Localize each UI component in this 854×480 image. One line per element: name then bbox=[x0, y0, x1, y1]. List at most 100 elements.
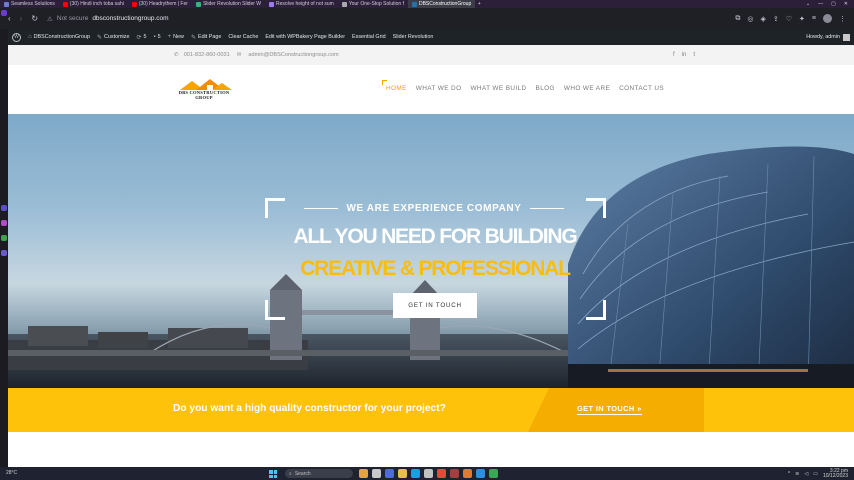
logo-text: DBS CONSTRUCTION GROUP bbox=[178, 90, 230, 100]
hero-get-in-touch-button[interactable]: GET IN TOUCH bbox=[393, 293, 477, 318]
facebook-icon[interactable]: f bbox=[673, 52, 675, 58]
divider bbox=[529, 208, 564, 209]
youtube-icon bbox=[131, 1, 137, 7]
phone-icon: ✆ bbox=[174, 52, 179, 58]
heart-icon[interactable]: ♡ bbox=[786, 15, 792, 23]
tab-0[interactable]: Seamless Solutions bbox=[0, 0, 59, 8]
wordpress-icon[interactable]: W bbox=[12, 32, 21, 42]
maximize-icon[interactable]: ▢ bbox=[831, 1, 836, 7]
back-icon[interactable]: ‹ bbox=[8, 14, 11, 23]
nav-what-we-build[interactable]: WHAT WE BUILD bbox=[470, 85, 526, 92]
essential-grid-link[interactable]: Essential Grid bbox=[352, 34, 386, 40]
tab-1[interactable]: (30) Hindi inch toba sahi bbox=[59, 0, 128, 8]
taskbar-app-icon[interactable] bbox=[450, 469, 459, 478]
extensions-icon[interactable]: ✦ bbox=[799, 15, 805, 23]
frame-corner-top-left bbox=[265, 198, 285, 218]
main-nav: HOME WHAT WE DO WHAT WE BUILD BLOG WHO W… bbox=[382, 80, 664, 92]
taskbar-app-icon[interactable] bbox=[476, 469, 485, 478]
wp-admin-bar: W ⌂ DBSConstructionGroup ✎ Customize ⟳ 5 ▪ 5… bbox=[8, 29, 854, 45]
windows-start-icon[interactable] bbox=[269, 470, 277, 478]
shield-icon[interactable]: ◈ bbox=[760, 15, 765, 23]
nav-home[interactable]: HOME bbox=[382, 80, 407, 92]
taskbar-app-icon[interactable] bbox=[424, 469, 433, 478]
tab-search-icon[interactable]: ⌄ bbox=[806, 1, 810, 7]
taskbar-app-icon[interactable] bbox=[437, 469, 446, 478]
customize-link[interactable]: ✎ Customize bbox=[97, 34, 130, 41]
minimize-icon[interactable]: — bbox=[818, 1, 823, 7]
reload-icon[interactable]: ↻ bbox=[31, 14, 38, 23]
toolbar-right: ⧉ ◎ ◈ ⇪ ♡ ✦ ≡ ⋮ bbox=[735, 14, 846, 23]
taskbar-app-icon[interactable] bbox=[398, 469, 407, 478]
linkedin-icon[interactable]: in bbox=[682, 52, 687, 58]
hero-subheadline: CREATIVE & PROFESSIONAL bbox=[300, 257, 571, 280]
updates-link[interactable]: ⟳ 5 bbox=[136, 34, 146, 41]
tab-5[interactable]: Your One-Stop Solution f bbox=[338, 0, 408, 8]
tab-3[interactable]: Slider Revolution Slider W bbox=[192, 0, 265, 8]
plus-icon: + bbox=[167, 34, 172, 40]
comment-icon: ▪ bbox=[153, 34, 156, 40]
strip-get-in-touch-link[interactable]: GET IN TOUCH » bbox=[577, 404, 642, 415]
clock[interactable]: 3:22 pm 10/12/2023 bbox=[823, 469, 848, 479]
nav-contact-us[interactable]: CONTACT US bbox=[619, 85, 664, 92]
avatar[interactable] bbox=[823, 14, 832, 23]
wordpress-icon bbox=[411, 1, 417, 7]
address-bar[interactable]: ⚠ Not secure dbsconstructiongroup.com bbox=[47, 15, 169, 23]
tab-active[interactable]: DBSConstructionGroup bbox=[407, 0, 476, 8]
more-icon[interactable]: ⋮ bbox=[839, 15, 846, 23]
favicon-icon bbox=[269, 1, 275, 7]
site-name-link[interactable]: ⌂ DBSConstructionGroup bbox=[28, 34, 90, 40]
window-controls: ⌄ — ▢ ✕ bbox=[806, 1, 854, 7]
howdy-account[interactable]: Howdy, admin bbox=[806, 33, 850, 41]
new-tab-button[interactable]: + bbox=[475, 1, 483, 7]
left-sidebar-strip bbox=[0, 10, 8, 467]
chevron-up-icon[interactable]: ^ bbox=[788, 471, 790, 477]
tab-4[interactable]: Resolve height of not sum bbox=[265, 0, 338, 8]
hero-eyebrow: WE ARE EXPERIENCE COMPANY bbox=[295, 203, 573, 214]
weather-widget[interactable]: 28°C bbox=[6, 470, 17, 476]
wifi-icon[interactable]: ≋ bbox=[795, 471, 799, 477]
volume-icon[interactable]: ◁ bbox=[804, 471, 808, 477]
taskbar-search[interactable]: ⌕ Search bbox=[285, 469, 353, 478]
new-content-link[interactable]: + New bbox=[168, 34, 184, 40]
menu-icon[interactable]: ≡ bbox=[812, 15, 816, 22]
twitter-icon[interactable]: t bbox=[693, 52, 695, 58]
sidebar-app-icon[interactable] bbox=[1, 250, 7, 256]
edit-wpbakery-link[interactable]: Edit with WPBakery Page Builder bbox=[265, 34, 345, 40]
comments-link[interactable]: ▪ 5 bbox=[153, 34, 160, 40]
taskbar-app-icon[interactable] bbox=[359, 469, 368, 478]
install-icon[interactable]: ⧉ bbox=[735, 15, 740, 23]
sidebar-app-icon[interactable] bbox=[1, 10, 7, 16]
taskbar-app-icon[interactable] bbox=[463, 469, 472, 478]
nav-blog[interactable]: BLOG bbox=[536, 85, 555, 92]
hero-headline: ALL YOU NEED FOR BUILDING bbox=[293, 225, 577, 248]
close-icon[interactable]: ✕ bbox=[844, 1, 848, 7]
taskbar-app-icon[interactable] bbox=[489, 469, 498, 478]
battery-icon[interactable]: ▭ bbox=[813, 471, 818, 477]
clear-cache-link[interactable]: Clear Cache bbox=[228, 34, 258, 40]
security-label: Not secure bbox=[56, 15, 89, 22]
pencil-icon: ✎ bbox=[190, 34, 196, 41]
site-logo[interactable]: DBS CONSTRUCTION GROUP bbox=[172, 79, 236, 100]
sidebar-app-icon[interactable] bbox=[1, 235, 7, 241]
camera-icon[interactable]: ◎ bbox=[747, 15, 753, 23]
nav-what-we-do[interactable]: WHAT WE DO bbox=[416, 85, 462, 92]
sidebar-app-icon[interactable] bbox=[1, 220, 7, 226]
phone-text[interactable]: 001-832-860-0031 bbox=[184, 52, 230, 58]
favicon-icon bbox=[341, 1, 347, 7]
nav-who-we-are[interactable]: WHO WE ARE bbox=[564, 85, 610, 92]
favicon-icon bbox=[4, 1, 9, 7]
sidebar-app-icon[interactable] bbox=[1, 205, 7, 211]
share-icon[interactable]: ⇪ bbox=[773, 15, 779, 23]
social-links: f in t bbox=[673, 52, 695, 58]
frame-corner-bottom-left bbox=[265, 300, 285, 320]
slider-revolution-link[interactable]: Slider Revolution bbox=[393, 34, 434, 40]
taskbar-app-icon[interactable] bbox=[385, 469, 394, 478]
frame-corner-top-right bbox=[586, 198, 606, 218]
taskbar-app-icon[interactable] bbox=[411, 469, 420, 478]
tab-2[interactable]: (30) Headrythem | Fer bbox=[128, 0, 192, 8]
edit-page-link[interactable]: ✎ Edit Page bbox=[191, 34, 221, 41]
windows-taskbar: 28°C ⌕ Search ^ ≋ ◁ ▭ 3:22 pm 10/12/2023 bbox=[0, 467, 854, 480]
email-text[interactable]: admin@DBSConstructiongroup.com bbox=[248, 52, 338, 58]
taskbar-app-icon[interactable] bbox=[372, 469, 381, 478]
forward-icon[interactable]: › bbox=[20, 14, 23, 23]
